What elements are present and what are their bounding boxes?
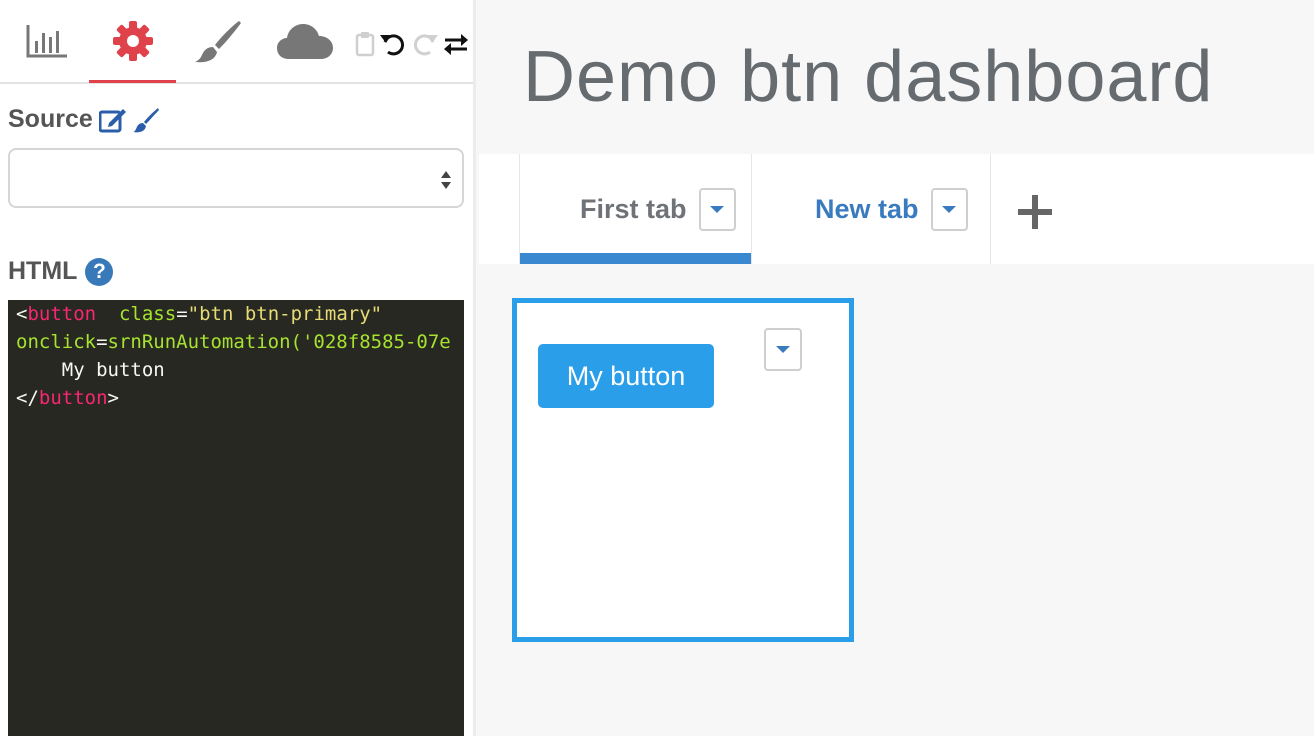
swap-btn[interactable] bbox=[443, 32, 469, 56]
button-widget[interactable]: My button bbox=[512, 298, 854, 642]
source-label: Source bbox=[8, 105, 159, 134]
tab-first-menu-button[interactable] bbox=[698, 187, 736, 231]
code-token: = bbox=[96, 331, 108, 353]
source-label-text: Source bbox=[8, 105, 93, 133]
tool-tab-style[interactable] bbox=[192, 0, 244, 82]
edit-source-btn[interactable] bbox=[98, 107, 127, 133]
add-tab-button[interactable] bbox=[1015, 192, 1055, 232]
sidebar: Source HTML ? <button class="btn btn-pri… bbox=[0, 0, 476, 736]
tab-new-menu-button[interactable] bbox=[930, 187, 968, 231]
tab-bar: First tab New tab bbox=[479, 154, 1314, 264]
clipboard-btn[interactable] bbox=[355, 31, 375, 57]
source-select[interactable] bbox=[8, 148, 464, 208]
redo-icon bbox=[414, 34, 438, 56]
tool-tab-settings[interactable] bbox=[89, 0, 176, 83]
caret-down-icon bbox=[942, 205, 957, 213]
help-icon[interactable]: ? bbox=[85, 257, 114, 286]
tab-new-label: New tab bbox=[815, 193, 919, 224]
code-line: <button class="btn btn-primary" bbox=[16, 300, 464, 328]
tab-first-label: First tab bbox=[580, 193, 687, 224]
tool-tab-chart[interactable] bbox=[20, 0, 74, 82]
code-token: My button bbox=[16, 359, 165, 381]
caret-down-icon bbox=[710, 205, 725, 213]
undo-btn[interactable] bbox=[379, 30, 407, 58]
swap-icon bbox=[444, 34, 468, 55]
code-token: srnRunAutomation('028f8585-07e bbox=[107, 331, 451, 353]
html-code-editor[interactable]: <button class="btn btn-primary" onclick=s… bbox=[8, 300, 464, 736]
code-line: </button> bbox=[16, 384, 464, 412]
code-line: My button bbox=[16, 356, 464, 384]
code-token: = bbox=[176, 303, 188, 325]
caret-down-icon bbox=[776, 346, 790, 353]
code-token: </ bbox=[16, 387, 39, 409]
style-source-btn[interactable] bbox=[132, 107, 159, 133]
sidebar-toolbar bbox=[0, 0, 473, 84]
edit-icon bbox=[98, 108, 126, 132]
brush-icon bbox=[195, 21, 241, 63]
code-token: class bbox=[118, 303, 177, 325]
code-token: button bbox=[38, 387, 108, 409]
gear-icon bbox=[112, 21, 153, 61]
code-token: > bbox=[107, 387, 119, 409]
chart-icon bbox=[26, 25, 67, 58]
brush-icon bbox=[132, 107, 159, 132]
undo-icon bbox=[380, 34, 404, 56]
html-label-text: HTML bbox=[8, 257, 78, 285]
code-token: button bbox=[27, 303, 97, 325]
cloud-icon bbox=[277, 24, 333, 59]
plus-icon bbox=[1018, 195, 1052, 229]
tab-new[interactable]: New tab bbox=[753, 154, 991, 264]
widget-menu-button[interactable] bbox=[764, 328, 802, 371]
my-button[interactable]: My button bbox=[538, 344, 714, 408]
dashboard-main: Demo btn dashboard First tab New tab My … bbox=[479, 0, 1314, 736]
code-token: onclick bbox=[16, 331, 97, 353]
redo-btn[interactable] bbox=[411, 30, 439, 58]
select-arrows-icon bbox=[441, 171, 451, 189]
code-token: < bbox=[16, 303, 28, 325]
clipboard-icon bbox=[355, 32, 375, 57]
code-token: "btn btn-primary" bbox=[187, 303, 383, 325]
tab-first[interactable]: First tab bbox=[519, 154, 752, 264]
page-title: Demo btn dashboard bbox=[523, 37, 1214, 117]
tool-tab-cloud[interactable] bbox=[273, 0, 337, 82]
small-tools bbox=[355, 30, 469, 58]
code-line: onclick=srnRunAutomation('028f8585-07e bbox=[16, 328, 464, 356]
html-label: HTML ? bbox=[8, 257, 114, 286]
